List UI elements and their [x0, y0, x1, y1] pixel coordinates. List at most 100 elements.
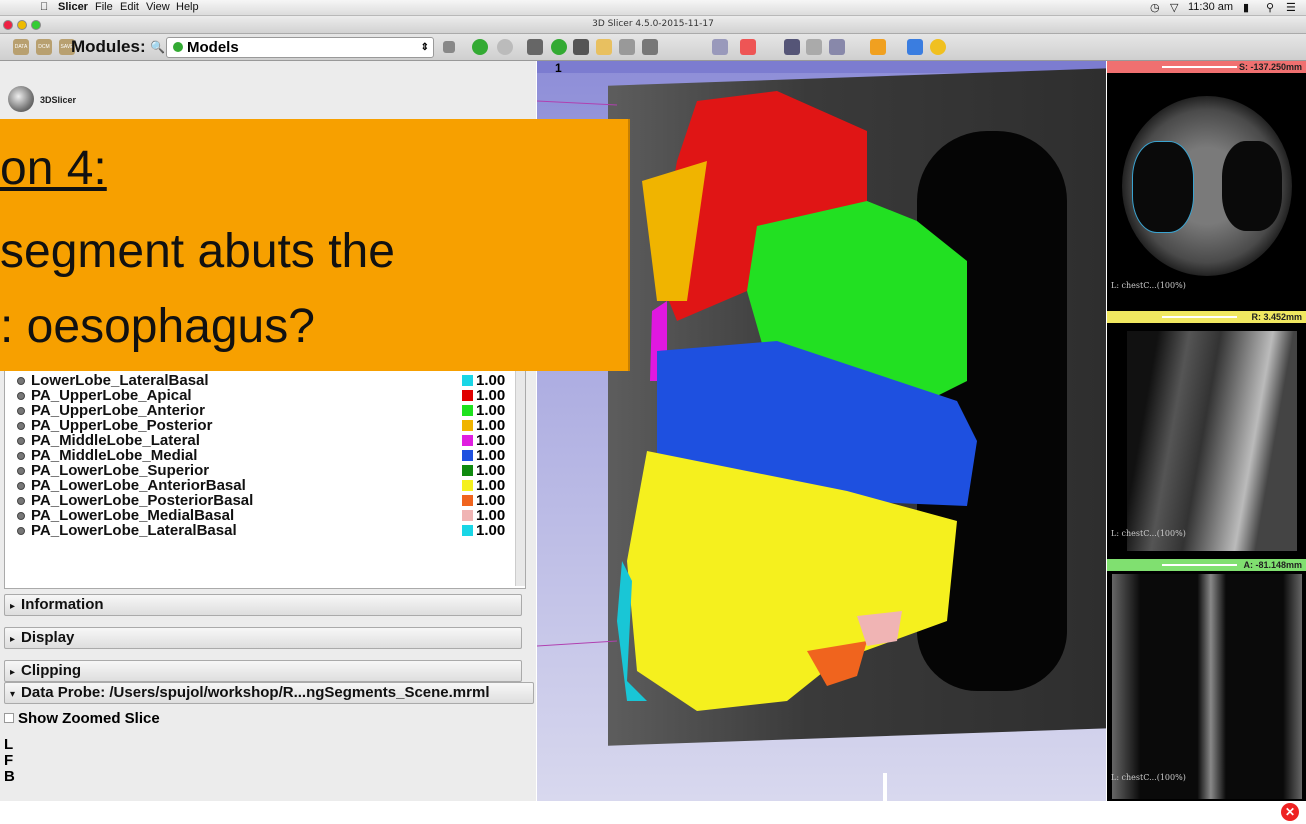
- slice-view-yellow[interactable]: R: 3.452mm L: chestC...(100%): [1107, 311, 1306, 559]
- menu-view[interactable]: View: [146, 1, 170, 13]
- fiducial-icon[interactable]: [870, 39, 886, 55]
- model-row[interactable]: PA_LowerLobe_LateralBasal: [31, 523, 237, 538]
- opacity-value[interactable]: 1.00: [476, 523, 505, 538]
- close-window-button[interactable]: [3, 20, 13, 30]
- screenshot-icon[interactable]: [784, 39, 800, 55]
- module-history-icon[interactable]: [443, 41, 455, 53]
- visibility-eye-icon[interactable]: [17, 437, 25, 445]
- minimize-window-button[interactable]: [17, 20, 27, 30]
- section-display[interactable]: ▸ Display: [4, 627, 522, 649]
- mouse-mode-icon[interactable]: [806, 39, 822, 55]
- color-swatch[interactable]: [462, 465, 473, 476]
- chevron-down-icon: ⇕: [420, 42, 429, 53]
- opacity-value[interactable]: 1.00: [476, 433, 505, 448]
- visibility-eye-icon[interactable]: [17, 527, 25, 535]
- spotlight-icon[interactable]: ⚲: [1266, 1, 1274, 14]
- slice-yellow-slider[interactable]: [1162, 316, 1237, 318]
- visibility-eye-icon[interactable]: [17, 482, 25, 490]
- markups-icon[interactable]: [596, 39, 612, 55]
- crosshair-icon[interactable]: [740, 39, 756, 55]
- module-select-value: Models: [187, 39, 239, 56]
- apple-icon[interactable]: : [40, 1, 48, 13]
- model-row[interactable]: PA_UpperLobe_Anterior: [31, 403, 205, 418]
- model-row[interactable]: PA_UpperLobe_Posterior: [31, 418, 212, 433]
- menu-help[interactable]: Help: [176, 1, 199, 13]
- opacity-value[interactable]: 1.00: [476, 373, 505, 388]
- window-level-icon[interactable]: [829, 39, 845, 55]
- python-icon[interactable]: [930, 39, 946, 55]
- color-swatch[interactable]: [462, 450, 473, 461]
- color-swatch[interactable]: [462, 510, 473, 521]
- layout-icon[interactable]: [712, 39, 728, 55]
- transforms-icon[interactable]: [573, 39, 589, 55]
- back-icon[interactable]: [472, 39, 488, 55]
- opacity-value[interactable]: 1.00: [476, 493, 505, 508]
- opacity-value[interactable]: 1.00: [476, 418, 505, 433]
- model-row[interactable]: PA_LowerLobe_AnteriorBasal: [31, 478, 246, 493]
- opacity-value[interactable]: 1.00: [476, 388, 505, 403]
- module-select[interactable]: Models ⇕: [166, 37, 434, 58]
- section-information[interactable]: ▸ Information: [4, 594, 522, 616]
- error-log-icon[interactable]: ✕: [1281, 803, 1299, 821]
- chevron-right-icon: ▸: [10, 601, 16, 612]
- opacity-value[interactable]: 1.00: [476, 478, 505, 493]
- checkbox-icon[interactable]: [4, 713, 14, 723]
- opacity-value[interactable]: 1.00: [476, 508, 505, 523]
- dicom-icon[interactable]: DCM: [36, 39, 52, 55]
- extension-icon[interactable]: [907, 39, 923, 55]
- editor-icon[interactable]: [619, 39, 635, 55]
- load-data-icon[interactable]: DATA: [13, 39, 29, 55]
- visibility-eye-icon[interactable]: [17, 497, 25, 505]
- color-swatch[interactable]: [462, 435, 473, 446]
- overlay-line-2: segment abuts the: [0, 225, 395, 278]
- clock-icon: ◷: [1150, 2, 1160, 14]
- app-menu[interactable]: Slicer: [58, 1, 88, 13]
- color-swatch[interactable]: [462, 525, 473, 536]
- forward-icon[interactable]: [497, 39, 513, 55]
- color-swatch[interactable]: [462, 405, 473, 416]
- model-row[interactable]: PA_UpperLobe_Apical: [31, 388, 192, 403]
- slice-view-green[interactable]: A: -81.148mm L: chestC...(100%): [1107, 559, 1306, 801]
- opacity-value[interactable]: 1.00: [476, 448, 505, 463]
- visibility-eye-icon[interactable]: [17, 452, 25, 460]
- visibility-eye-icon[interactable]: [17, 407, 25, 415]
- color-swatch[interactable]: [462, 390, 473, 401]
- models-tree[interactable]: LowerLobe_LateralBasal PA_UpperLobe_Apic…: [4, 362, 526, 589]
- section-clipping[interactable]: ▸ Clipping: [4, 660, 522, 682]
- visibility-eye-icon[interactable]: [17, 392, 25, 400]
- menu-file[interactable]: File: [95, 1, 113, 13]
- slice-green-footer: L: chestC...(100%): [1111, 773, 1186, 782]
- segment-icon[interactable]: [642, 39, 658, 55]
- menu-edit[interactable]: Edit: [120, 1, 139, 13]
- color-swatch[interactable]: [462, 375, 473, 386]
- visibility-eye-icon[interactable]: [17, 377, 25, 385]
- models-icon[interactable]: [551, 39, 567, 55]
- slice-view-red[interactable]: S: -137.250mm L: chestC...(100%): [1107, 61, 1306, 311]
- visibility-eye-icon[interactable]: [17, 467, 25, 475]
- search-icon[interactable]: 🔍: [150, 40, 165, 54]
- section-information-label: Information: [21, 596, 104, 613]
- model-row[interactable]: LowerLobe_LateralBasal: [31, 373, 209, 388]
- slice-red-slider[interactable]: [1162, 66, 1237, 68]
- model-row[interactable]: PA_MiddleLobe_Lateral: [31, 433, 200, 448]
- chevron-right-icon: ▸: [10, 634, 16, 645]
- opacity-value[interactable]: 1.00: [476, 463, 505, 478]
- slice-green-bar: A: -81.148mm: [1107, 559, 1306, 571]
- model-row[interactable]: PA_LowerLobe_Superior: [31, 463, 209, 478]
- model-row[interactable]: PA_MiddleLobe_Medial: [31, 448, 197, 463]
- visibility-eye-icon[interactable]: [17, 512, 25, 520]
- model-row[interactable]: PA_LowerLobe_MedialBasal: [31, 508, 234, 523]
- show-zoomed-slice-checkbox[interactable]: Show Zoomed Slice: [4, 710, 160, 727]
- opacity-value[interactable]: 1.00: [476, 403, 505, 418]
- color-swatch[interactable]: [462, 420, 473, 431]
- visibility-eye-icon[interactable]: [17, 422, 25, 430]
- data-probe-header[interactable]: ▾ Data Probe: /Users/spujol/workshop/R...…: [4, 682, 534, 704]
- tree-scrollbar[interactable]: [515, 363, 525, 586]
- color-swatch[interactable]: [462, 480, 473, 491]
- notification-icon[interactable]: ☰: [1286, 1, 1296, 14]
- model-row[interactable]: PA_LowerLobe_PosteriorBasal: [31, 493, 253, 508]
- zoom-window-button[interactable]: [31, 20, 41, 30]
- slice-green-slider[interactable]: [1162, 564, 1237, 566]
- color-swatch[interactable]: [462, 495, 473, 506]
- cube-icon[interactable]: [527, 39, 543, 55]
